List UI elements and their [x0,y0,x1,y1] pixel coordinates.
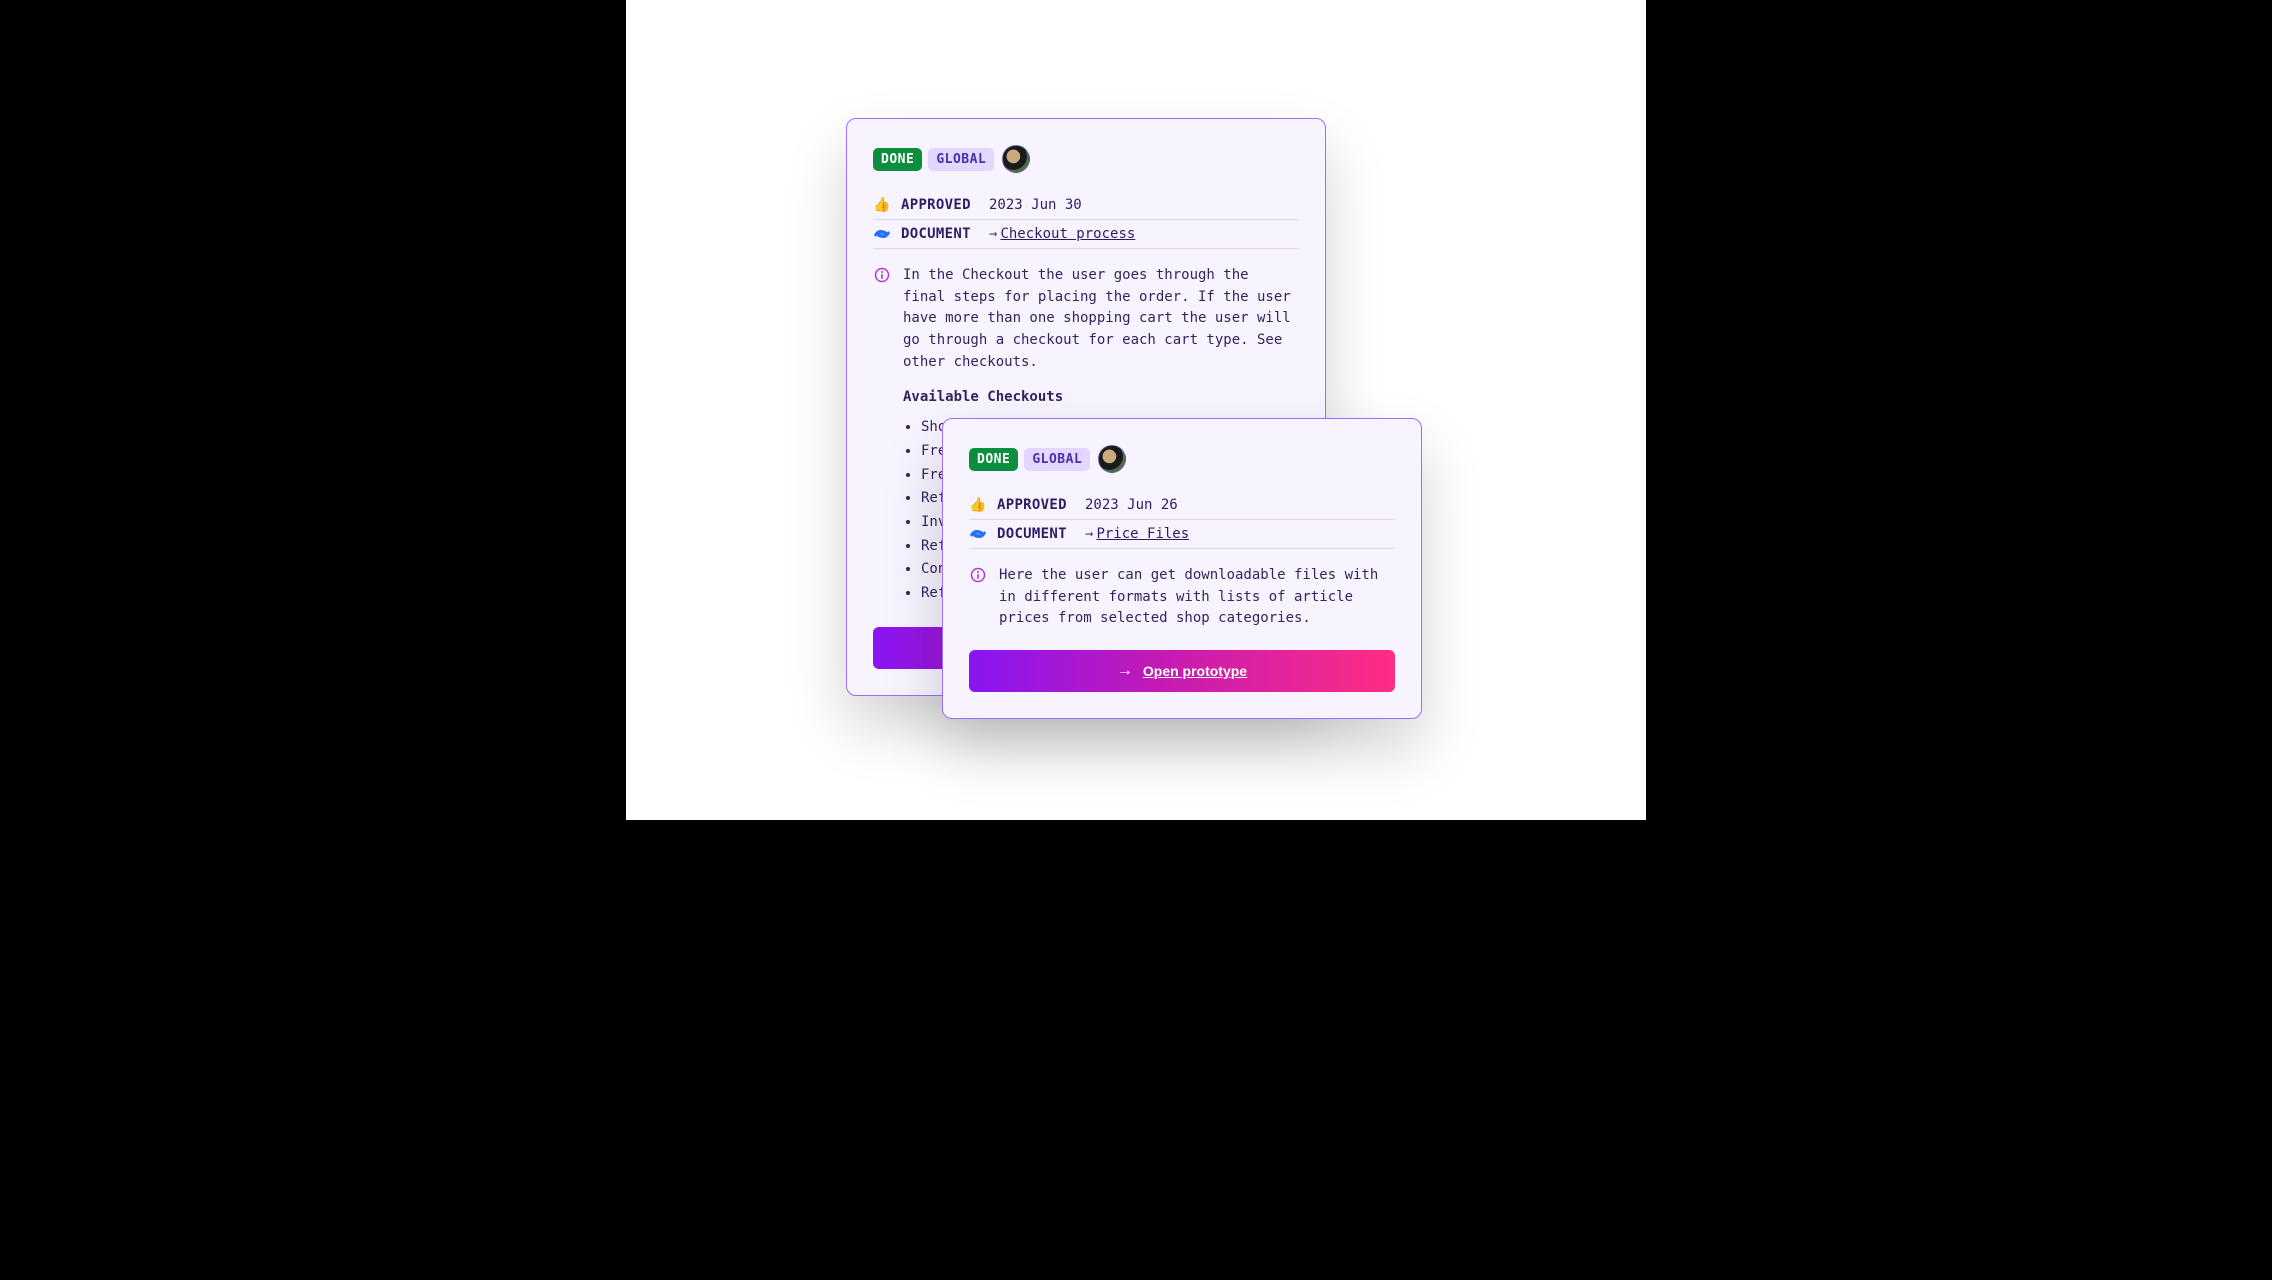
meta-label-document: DOCUMENT [997,526,1075,542]
meta-label-approved: APPROVED [901,197,979,213]
document-link-wrapper[interactable]: →Checkout process [989,226,1135,242]
confluence-icon [873,226,891,242]
arrow-right-icon: → [1117,663,1133,679]
canvas: DONE GLOBAL 👍 APPROVED 2023 Jun 30 DOCUM… [626,0,1646,820]
arrow-right-icon: → [989,226,997,242]
avatar[interactable] [1098,445,1126,473]
status-badge-done: DONE [873,148,922,171]
thumbs-up-icon: 👍 [969,497,987,513]
document-link-wrapper[interactable]: →Price Files [1085,526,1189,542]
meta-row-approved: 👍 APPROVED 2023 Jun 30 [873,191,1299,220]
meta-row-document: DOCUMENT →Price Files [969,520,1395,549]
meta-section: 👍 APPROVED 2023 Jun 30 DOCUMENT →Checkou… [873,191,1299,249]
approved-date: 2023 Jun 30 [989,197,1082,213]
scope-badge-global: GLOBAL [1024,448,1090,471]
avatar[interactable] [1002,145,1030,173]
meta-row-document: DOCUMENT →Checkout process [873,220,1299,249]
info-block: Here the user can get downloadable files… [969,565,1395,630]
meta-label-document: DOCUMENT [901,226,979,242]
document-link[interactable]: Price Files [1096,526,1189,542]
description-text: In the Checkout the user goes through th… [903,265,1299,373]
subheading: Available Checkouts [903,387,1299,409]
approved-date: 2023 Jun 26 [1085,497,1178,513]
info-icon [873,265,891,607]
meta-label-approved: APPROVED [997,497,1075,513]
card-header: DONE GLOBAL [873,145,1299,173]
arrow-right-icon: → [1085,526,1093,542]
status-badge-done: DONE [969,448,1018,471]
confluence-icon [969,526,987,542]
thumbs-up-icon: 👍 [873,197,891,213]
document-link[interactable]: Checkout process [1000,226,1135,242]
meta-section: 👍 APPROVED 2023 Jun 26 DOCUMENT →Price F… [969,491,1395,549]
card-price-files: DONE GLOBAL 👍 APPROVED 2023 Jun 26 DOCUM… [942,418,1422,719]
open-prototype-button[interactable]: → Open prototype [969,650,1395,692]
info-body: Here the user can get downloadable files… [999,565,1395,630]
scope-badge-global: GLOBAL [928,148,994,171]
meta-row-approved: 👍 APPROVED 2023 Jun 26 [969,491,1395,520]
card-header: DONE GLOBAL [969,445,1395,473]
description-text: Here the user can get downloadable files… [999,565,1395,630]
button-label: Open prototype [1143,663,1247,679]
info-icon [969,565,987,630]
